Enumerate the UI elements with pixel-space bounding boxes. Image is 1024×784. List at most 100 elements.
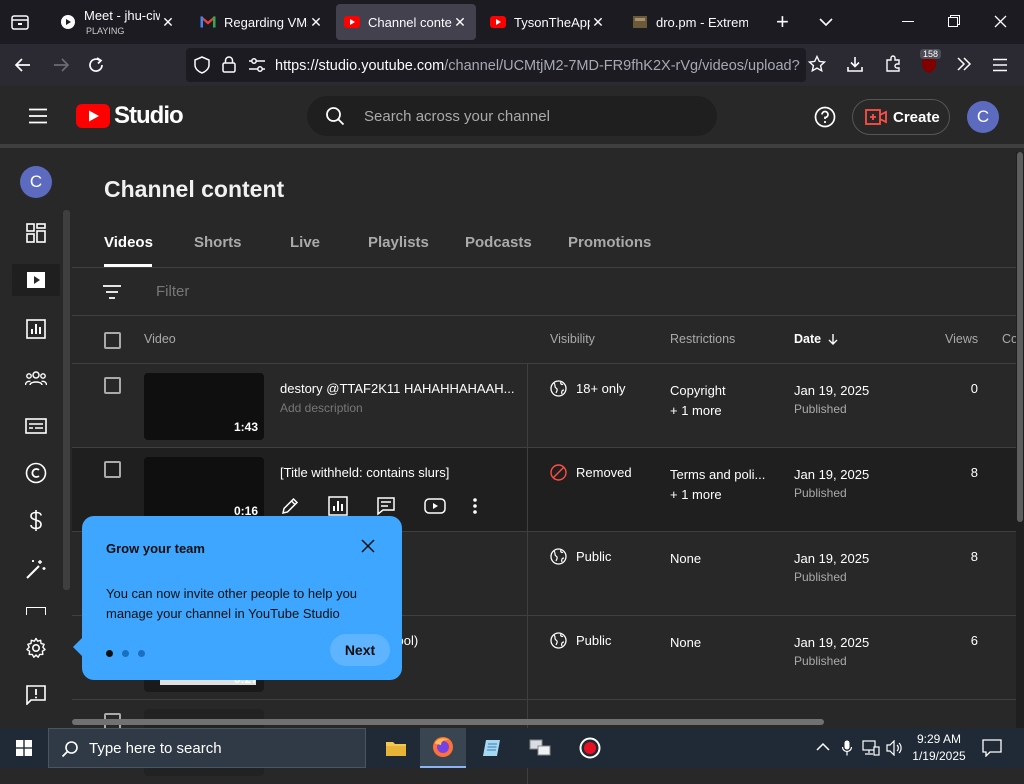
close-tab-icon[interactable]: ✕	[452, 14, 468, 31]
restore-window-icon[interactable]	[948, 15, 960, 27]
community-icon[interactable]	[20, 362, 52, 394]
new-tab-button[interactable]: +	[776, 9, 789, 35]
horizontal-scrollbar[interactable]	[72, 719, 824, 725]
table-row[interactable]: 1:43 destory @TTAF2K11 HAHAHHAHAAH... Ad…	[72, 363, 1016, 448]
file-explorer-icon[interactable]	[374, 728, 418, 768]
network-app-icon[interactable]	[518, 728, 562, 768]
divider	[527, 616, 528, 700]
content-icon[interactable]	[12, 264, 60, 296]
downloads-icon[interactable]	[846, 55, 864, 73]
dashboard-icon[interactable]	[20, 217, 52, 249]
scrollbar-thumb[interactable]	[1017, 152, 1023, 522]
customization-wand-icon[interactable]	[20, 553, 52, 585]
video-thumbnail[interactable]: 1:43	[144, 373, 264, 440]
settings-gear-icon[interactable]	[20, 632, 52, 664]
tab-playlists[interactable]: Playlists	[368, 234, 429, 251]
row-checkbox[interactable]	[104, 377, 121, 394]
analytics-icon[interactable]	[20, 313, 52, 345]
page-permissions-icon[interactable]	[248, 58, 266, 72]
studio-logo[interactable]: Studio	[76, 102, 184, 130]
chevron-up-icon[interactable]	[816, 742, 830, 752]
close-icon[interactable]	[361, 539, 375, 553]
filter-icon[interactable]	[102, 284, 122, 300]
earn-dollar-icon[interactable]	[20, 505, 52, 537]
extensions-icon[interactable]	[884, 55, 902, 73]
restrictions-cell[interactable]: Copyright + 1 more	[670, 381, 726, 421]
notifications-icon[interactable]	[982, 739, 1002, 757]
microphone-icon[interactable]	[842, 740, 852, 756]
browser-tab-dro-pm[interactable]: dro.pm - Extrem	[624, 4, 756, 40]
chevron-down-icon[interactable]	[818, 14, 834, 30]
search-input[interactable]: Search across your channel	[364, 108, 550, 125]
visibility-cell[interactable]: 18+ only	[550, 380, 626, 397]
youtube-play-icon[interactable]	[424, 492, 472, 520]
taskbar-search[interactable]: Type here to search	[48, 728, 366, 768]
minimize-window-icon[interactable]	[902, 21, 914, 22]
tab-promotions[interactable]: Promotions	[568, 234, 651, 251]
url-bar[interactable]: https://studio.youtube.com/channel/UCMtj…	[186, 48, 806, 82]
account-avatar[interactable]: C	[967, 101, 999, 133]
create-button[interactable]: Create	[852, 99, 950, 135]
browser-tab-youtube[interactable]: TysonTheAppleF ✕	[482, 4, 614, 40]
tab-live[interactable]: Live	[290, 234, 320, 251]
close-tab-icon[interactable]: ✕	[308, 14, 324, 31]
help-icon[interactable]	[814, 106, 836, 128]
globe-icon	[550, 380, 567, 397]
visibility-cell[interactable]: Removed	[550, 464, 632, 481]
select-all-checkbox[interactable]	[104, 332, 121, 349]
tab-shorts[interactable]: Shorts	[194, 234, 242, 251]
browser-tab-channel-content[interactable]: Channel content ✕	[336, 4, 476, 40]
lock-icon[interactable]	[222, 56, 236, 73]
hamburger-menu-icon[interactable]	[28, 108, 48, 124]
bookmark-star-icon[interactable]	[808, 55, 826, 73]
restrictions-cell[interactable]: Terms and poli... + 1 more	[670, 465, 765, 505]
video-thumbnail[interactable]: 0:16	[144, 457, 264, 524]
volume-icon[interactable]	[886, 740, 904, 756]
close-tab-icon[interactable]: ✕	[160, 14, 176, 31]
channel-avatar[interactable]: C	[20, 166, 52, 198]
browser-tab-gmail[interactable]: Regarding VM5 ✕	[192, 4, 332, 40]
network-icon[interactable]	[862, 740, 880, 756]
search-bar[interactable]: Search across your channel	[307, 96, 717, 136]
send-feedback-icon[interactable]	[20, 679, 52, 711]
tab-podcasts[interactable]: Podcasts	[465, 234, 532, 251]
column-header-date[interactable]: Date	[794, 332, 839, 346]
subtitles-icon[interactable]	[20, 410, 52, 442]
tab-videos[interactable]: Videos	[104, 234, 153, 251]
column-header-views[interactable]: Views	[945, 332, 978, 346]
filter-input[interactable]: Filter	[156, 283, 189, 300]
column-header-visibility[interactable]: Visibility	[550, 332, 595, 346]
screen-recorder-icon[interactable]	[568, 728, 612, 768]
close-window-icon[interactable]	[994, 15, 1007, 28]
date-cell: Jan 19, 2025 Published	[794, 381, 869, 419]
page-scrollbar[interactable]	[1016, 152, 1024, 728]
tab-list-icon[interactable]	[10, 12, 30, 32]
visibility-cell[interactable]: Public	[550, 548, 611, 565]
browser-tab-meet[interactable]: Meet - jhu-ciwn PLAYING ✕	[52, 4, 184, 40]
taskbar-search-input[interactable]: Type here to search	[89, 740, 222, 757]
shield-icon[interactable]	[194, 56, 210, 74]
firefox-icon[interactable]	[420, 728, 466, 768]
notepad-icon[interactable]	[470, 728, 514, 768]
back-arrow-icon[interactable]	[14, 56, 32, 74]
next-button[interactable]: Next	[330, 634, 390, 666]
hamburger-menu-icon[interactable]	[992, 58, 1008, 72]
windows-start-icon[interactable]	[16, 740, 32, 756]
column-header-restrictions[interactable]: Restrictions	[670, 332, 735, 346]
create-button-label: Create	[893, 108, 940, 126]
audio-library-icon[interactable]	[26, 607, 46, 615]
restriction-more: + 1 more	[670, 403, 722, 418]
overflow-chevrons-icon[interactable]	[956, 56, 972, 72]
video-title[interactable]: [Title withheld: contains slurs]	[280, 465, 449, 480]
taskbar-clock[interactable]: 9:29 AM 1/19/2025	[908, 731, 970, 765]
ublock-extension-icon[interactable]: 158	[920, 49, 942, 75]
more-options-icon[interactable]	[472, 492, 520, 520]
close-tab-icon[interactable]: ✕	[590, 14, 606, 31]
reload-icon[interactable]	[87, 56, 105, 74]
visibility-cell[interactable]: Public	[550, 632, 611, 649]
forward-arrow-icon[interactable]	[52, 56, 70, 74]
row-checkbox[interactable]	[104, 461, 121, 478]
video-title[interactable]: destory @TTAF2K11 HAHAHHAHAAH...	[280, 381, 515, 396]
copyright-icon[interactable]	[20, 457, 52, 489]
sidebar-scrollbar[interactable]	[63, 210, 70, 590]
